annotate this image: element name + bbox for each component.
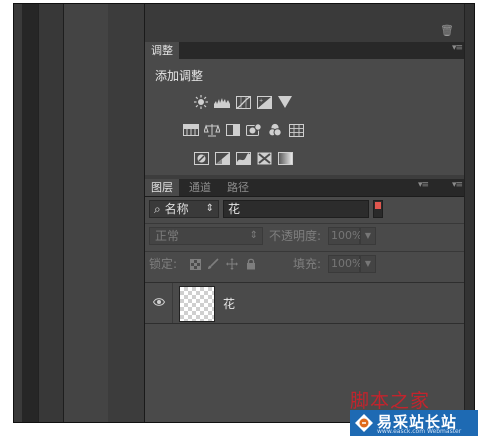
photoshop-window: 🗑 调整 ▾≡ 添加调整 + 图层 通道 路径 ▾≡ ▾≡ ⌕ 名称 ⇕ 花 正…: [13, 3, 475, 423]
filter-toggle[interactable]: [373, 200, 383, 218]
invert-icon[interactable]: [193, 151, 209, 165]
channel-mixer-icon[interactable]: [267, 123, 283, 137]
lock-row: 锁定: 填充: 100% ▼: [149, 255, 457, 275]
black-white-icon[interactable]: [225, 123, 241, 137]
layer-row[interactable]: 花: [145, 282, 464, 324]
layer-filter-row: ⌕ 名称 ⇕ 花: [149, 200, 457, 220]
divider: [145, 251, 464, 252]
visibility-eye-icon[interactable]: [152, 296, 166, 306]
history-panel-footer: 🗑: [145, 4, 464, 43]
select-arrows-icon: ⇕: [205, 203, 214, 214]
gradient-map-icon[interactable]: [277, 151, 293, 165]
layer-name[interactable]: 花: [223, 295, 235, 312]
opacity-dropdown[interactable]: ▼: [360, 227, 376, 245]
vibrance-icon[interactable]: [277, 95, 293, 109]
adjustment-row-3: [193, 151, 293, 165]
adjustment-row-2: [183, 123, 304, 137]
trash-icon[interactable]: 🗑: [440, 25, 454, 36]
svg-text:+: +: [259, 98, 263, 104]
adjustments-title: 添加调整: [155, 69, 204, 83]
lock-all-icon[interactable]: [245, 258, 257, 270]
tab-channels[interactable]: 通道: [183, 179, 217, 196]
brightness-contrast-icon[interactable]: [193, 95, 209, 109]
blend-row: 正常 ⇕ 不透明度: 100% ▼: [149, 227, 457, 247]
lock-transparent-icon[interactable]: [189, 258, 201, 270]
adjustments-panel: 添加调整 +: [145, 59, 464, 175]
search-icon: ⌕: [154, 202, 161, 216]
left-edge-strip: [14, 4, 22, 422]
hue-saturation-icon[interactable]: [183, 123, 199, 137]
watermark: 脚本之家 易采站长站 www.easck.com Webmaster: [350, 386, 478, 438]
color-balance-icon[interactable]: [204, 123, 220, 137]
select-arrows-icon: ⇕: [249, 230, 258, 241]
left-dark-strip: [22, 4, 38, 422]
adjustments-tabbar: 调整 ▾≡: [145, 42, 464, 60]
fill-label: 填充:: [293, 257, 322, 271]
lock-pixels-brush-icon[interactable]: [207, 258, 219, 270]
opacity-label: 不透明度:: [269, 229, 322, 243]
watermark-top-text: 脚本之家: [350, 390, 431, 412]
posterize-icon[interactable]: [214, 151, 230, 165]
lock-label: 锁定:: [149, 257, 178, 271]
tab-paths[interactable]: 路径: [221, 179, 255, 196]
opacity-input[interactable]: 100%: [328, 227, 362, 245]
canvas-strip: [38, 4, 63, 422]
watermark-logo-icon: [355, 414, 373, 432]
adjustment-row-1: +: [193, 95, 293, 109]
layer-thumbnail[interactable]: [179, 286, 215, 322]
exposure-icon[interactable]: +: [256, 95, 272, 109]
blend-mode-select[interactable]: 正常 ⇕: [149, 227, 263, 245]
visibility-column-divider: [172, 283, 173, 323]
canvas-column: [63, 4, 109, 422]
watermark-url: www.easck.com Webmaster: [377, 428, 462, 435]
tool-column: [108, 4, 145, 422]
threshold-icon[interactable]: [235, 151, 251, 165]
levels-icon[interactable]: [214, 95, 230, 109]
photo-filter-icon[interactable]: [246, 123, 262, 137]
divider: [145, 223, 464, 224]
selective-color-icon[interactable]: [256, 151, 272, 165]
tab-adjustments[interactable]: 调整: [145, 42, 179, 59]
dock-menu-icon[interactable]: ▾≡: [452, 180, 463, 190]
color-lookup-icon[interactable]: [288, 123, 304, 137]
lock-position-move-icon[interactable]: [226, 258, 238, 270]
fill-dropdown[interactable]: ▼: [360, 255, 376, 273]
layers-tabbar: 图层 通道 路径 ▾≡ ▾≡: [145, 179, 464, 197]
fill-input[interactable]: 100%: [328, 255, 362, 273]
panel-collapse-bar: [464, 4, 474, 422]
panel-menu-icon[interactable]: ▾≡: [452, 43, 463, 53]
tab-layers[interactable]: 图层: [145, 179, 179, 196]
curves-icon[interactable]: [235, 95, 251, 109]
filter-kind-select[interactable]: ⌕ 名称 ⇕: [149, 200, 219, 218]
panel-dock: 🗑 调整 ▾≡ 添加调整 + 图层 通道 路径 ▾≡ ▾≡ ⌕ 名称 ⇕ 花 正…: [145, 4, 474, 422]
watermark-bar: 易采站长站 www.easck.com Webmaster: [350, 410, 478, 436]
layer-filter-input[interactable]: 花: [223, 200, 369, 218]
layers-panel-menu-icon[interactable]: ▾≡: [418, 180, 429, 190]
